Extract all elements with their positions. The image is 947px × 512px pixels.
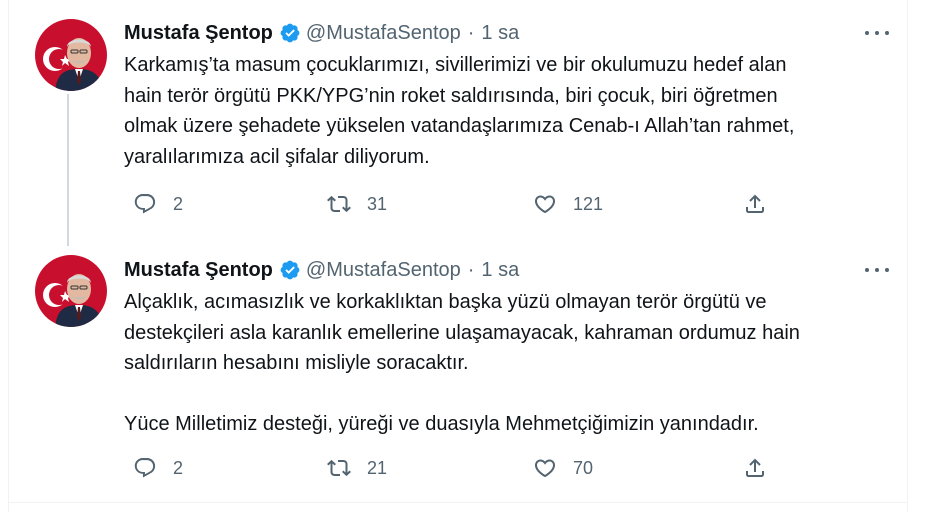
tweet-header: Mustafa Şentop @MustafaSentop · 1 sa <box>124 19 889 47</box>
bottom-divider <box>8 502 908 503</box>
avatar[interactable] <box>35 255 107 327</box>
reply-button[interactable]: 2 <box>133 192 183 216</box>
tweet[interactable]: Mustafa Şentop @MustafaSentop · 1 sa Alç… <box>9 248 907 502</box>
like-icon <box>534 459 556 478</box>
tweet-timestamp[interactable]: 1 sa <box>481 22 519 45</box>
reply-button[interactable]: 2 <box>133 456 183 480</box>
reply-icon <box>134 194 156 214</box>
author-handle[interactable]: @MustafaSentop <box>306 259 461 282</box>
tweet-actions: 2 31 121 <box>133 192 793 220</box>
retweet-button[interactable]: 31 <box>327 192 387 216</box>
tweet-actions: 2 21 70 <box>133 456 793 484</box>
like-count: 121 <box>573 193 604 214</box>
retweet-count: 21 <box>367 457 388 478</box>
verified-badge-icon <box>280 23 300 43</box>
tweet-content: Mustafa Şentop @MustafaSentop · 1 sa Alç… <box>124 256 889 440</box>
share-button[interactable] <box>743 456 767 480</box>
share-icon <box>746 458 764 477</box>
like-count: 70 <box>573 457 594 478</box>
tweet[interactable]: Mustafa Şentop @MustafaSentop · 1 sa Kar… <box>9 0 907 248</box>
reply-count: 2 <box>173 457 184 478</box>
separator-dot: · <box>467 258 475 281</box>
tweet-text: Karkamış’ta masum çocuklarımızı, siville… <box>124 54 795 168</box>
avatar[interactable] <box>35 19 107 91</box>
tweet-timestamp[interactable]: 1 sa <box>481 259 519 282</box>
like-button[interactable]: 121 <box>533 192 603 216</box>
more-options-icon[interactable] <box>865 23 889 43</box>
like-button[interactable]: 70 <box>533 456 593 480</box>
share-button[interactable] <box>743 192 767 216</box>
retweet-icon <box>327 459 351 477</box>
retweet-count: 31 <box>367 193 388 214</box>
avatar-image <box>35 255 107 327</box>
author-name[interactable]: Mustafa Şentop <box>124 259 273 282</box>
share-icon <box>746 194 764 213</box>
retweet-button[interactable]: 21 <box>327 456 387 480</box>
retweet-icon <box>327 195 351 213</box>
author-handle[interactable]: @MustafaSentop <box>306 22 461 45</box>
more-options-icon[interactable] <box>865 260 889 280</box>
tweet-content: Mustafa Şentop @MustafaSentop · 1 sa Kar… <box>124 19 889 172</box>
like-icon <box>534 195 556 214</box>
tweet-text: Alçaklık, acımasızlık ve korkaklıktan ba… <box>124 291 800 435</box>
separator-dot: · <box>467 21 475 44</box>
reply-icon <box>134 458 156 478</box>
tweet-header: Mustafa Şentop @MustafaSentop · 1 sa <box>124 256 889 284</box>
author-name[interactable]: Mustafa Şentop <box>124 22 273 45</box>
avatar-image <box>35 19 107 91</box>
reply-count: 2 <box>173 193 184 214</box>
verified-badge-icon <box>280 260 300 280</box>
